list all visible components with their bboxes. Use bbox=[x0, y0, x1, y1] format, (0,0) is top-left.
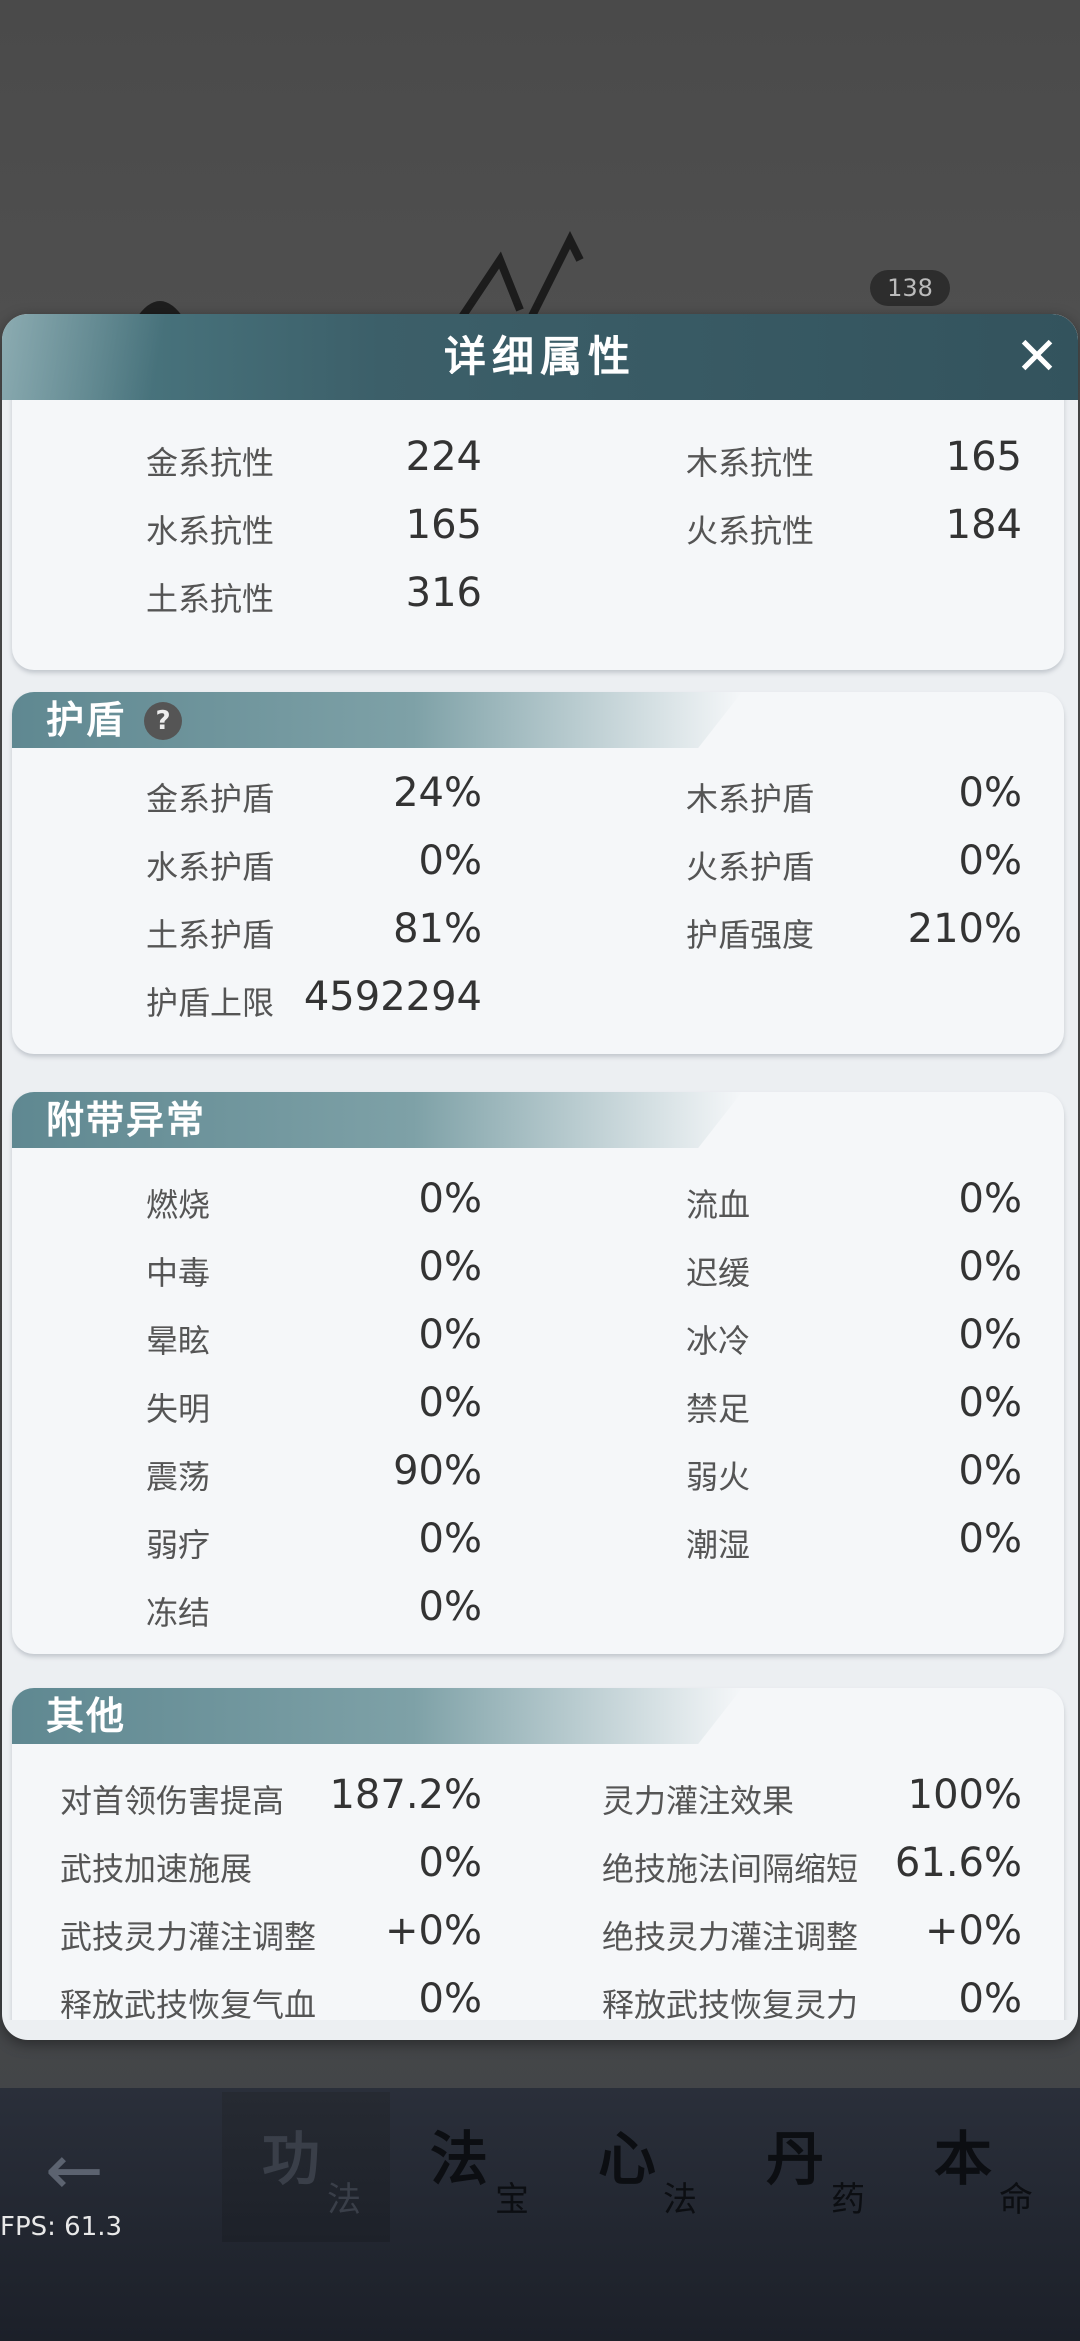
stat-value: 81% bbox=[393, 906, 482, 952]
stat-value: 100% bbox=[907, 1772, 1022, 1818]
stat-value: 210% bbox=[907, 906, 1022, 952]
stat-label: 木系抗性 bbox=[686, 444, 815, 482]
stat-value: 0% bbox=[418, 1380, 482, 1426]
stat-label: 护盾上限 bbox=[146, 984, 275, 1022]
tab-danyao-big: 丹 bbox=[766, 2125, 825, 2193]
tab-danyao[interactable]: 丹 药 bbox=[726, 2092, 894, 2242]
stat-label: 释放武技恢复灵力 bbox=[602, 1986, 859, 2020]
stat-value: 0% bbox=[418, 1176, 482, 1222]
help-icon[interactable]: ? bbox=[144, 702, 182, 740]
stat-label: 中毒 bbox=[146, 1254, 211, 1292]
stat-value: 0% bbox=[418, 1840, 482, 1886]
stat-label: 火系抗性 bbox=[686, 512, 815, 550]
stat-value: 0% bbox=[418, 1976, 482, 2020]
stat-label: 绝技施法间隔缩短 bbox=[602, 1850, 859, 1888]
stat-label: 禁足 bbox=[686, 1390, 751, 1428]
tab-benming[interactable]: 本 命 bbox=[894, 2092, 1062, 2242]
tab-xinfa[interactable]: 心 法 bbox=[558, 2092, 726, 2242]
tab-gongfa[interactable]: 功 法 bbox=[222, 2092, 390, 2242]
abnormal-section-title: 附带异常 bbox=[46, 1098, 207, 1142]
stat-label: 震荡 bbox=[146, 1458, 211, 1496]
tab-fabao-small: 宝 bbox=[495, 2180, 529, 2220]
stat-label: 护盾强度 bbox=[686, 916, 815, 954]
stat-label: 晕眩 bbox=[146, 1322, 211, 1360]
stat-value: 184 bbox=[945, 502, 1022, 548]
stat-label: 土系抗性 bbox=[146, 580, 275, 618]
stat-value: 0% bbox=[958, 1312, 1022, 1358]
stat-label: 失明 bbox=[146, 1390, 211, 1428]
close-icon[interactable]: ✕ bbox=[1012, 331, 1062, 383]
stat-label: 灵力灌注效果 bbox=[602, 1782, 795, 1820]
stat-label: 弱火 bbox=[686, 1458, 751, 1496]
tab-xinfa-small: 法 bbox=[663, 2180, 697, 2220]
stat-label: 流血 bbox=[686, 1186, 751, 1224]
shield-section-title: 护盾 bbox=[46, 698, 127, 742]
tab-benming-big: 本 bbox=[934, 2125, 993, 2193]
stat-label: 土系护盾 bbox=[146, 916, 275, 954]
stat-value: 165 bbox=[945, 434, 1022, 480]
back-arrow-icon[interactable]: ← bbox=[45, 2135, 135, 2205]
stat-value: 0% bbox=[418, 1312, 482, 1358]
stat-label: 冻结 bbox=[146, 1594, 211, 1632]
fps-counter: FPS: 61.3 bbox=[0, 2212, 123, 2242]
tab-fabao[interactable]: 法 宝 bbox=[390, 2092, 558, 2242]
stat-value: 61.6% bbox=[894, 1840, 1022, 1886]
stat-value: 0% bbox=[958, 1516, 1022, 1562]
stat-label: 潮湿 bbox=[686, 1526, 751, 1564]
tab-gongfa-big: 功 bbox=[262, 2125, 321, 2193]
other-section-title: 其他 bbox=[46, 1694, 127, 1738]
stat-label: 对首领伤害提高 bbox=[60, 1782, 285, 1820]
stat-value: 0% bbox=[958, 1176, 1022, 1222]
stat-value: 0% bbox=[958, 1244, 1022, 1290]
stat-label: 绝技灵力灌注调整 bbox=[602, 1918, 859, 1956]
stat-label: 迟缓 bbox=[686, 1254, 751, 1292]
stat-value: 165 bbox=[405, 502, 482, 548]
stat-value: 224 bbox=[405, 434, 482, 480]
stat-label: 武技灵力灌注调整 bbox=[60, 1918, 317, 1956]
stat-value: 0% bbox=[418, 838, 482, 884]
detail-attributes-modal: 详细属性 ✕ 金系抗性 224 木系抗性 165 水系抗性 165 火系抗性 1… bbox=[2, 314, 1078, 2040]
stat-value: 90% bbox=[393, 1448, 482, 1494]
stat-label: 释放武技恢复气血 bbox=[60, 1986, 317, 2020]
stat-value: +0% bbox=[385, 1908, 482, 1954]
tab-fabao-big: 法 bbox=[430, 2125, 489, 2193]
stat-label: 冰冷 bbox=[686, 1322, 751, 1360]
stat-value: 0% bbox=[958, 838, 1022, 884]
stat-value: 0% bbox=[418, 1584, 482, 1630]
tab-benming-small: 命 bbox=[999, 2180, 1033, 2220]
shield-card: 护盾 ? 金系护盾 24% 木系护盾 0% 水系护盾 0% 火系护盾 0% 土系… bbox=[12, 692, 1064, 1054]
stat-value: 4592294 bbox=[303, 974, 482, 1020]
stat-value: 0% bbox=[418, 1516, 482, 1562]
stat-label: 金系护盾 bbox=[146, 780, 275, 818]
level-badge: 138 bbox=[870, 270, 950, 306]
tab-gongfa-small: 法 bbox=[327, 2180, 361, 2220]
stat-label: 弱疗 bbox=[146, 1526, 211, 1564]
stat-value: 0% bbox=[958, 1448, 1022, 1494]
modal-title: 详细属性 bbox=[443, 332, 636, 381]
stat-label: 水系护盾 bbox=[146, 848, 275, 886]
stat-value: 0% bbox=[958, 770, 1022, 816]
stat-value: 0% bbox=[958, 1976, 1022, 2020]
stat-label: 木系护盾 bbox=[686, 780, 815, 818]
stat-value: 316 bbox=[405, 570, 482, 616]
tab-xinfa-big: 心 bbox=[598, 2125, 657, 2193]
stat-label: 燃烧 bbox=[146, 1186, 211, 1224]
abnormal-status-card: 附带异常 燃烧 0% 流血 0% 中毒 0% 迟缓 0% 晕眩 0% 冰冷 0%… bbox=[12, 1092, 1064, 1654]
stat-label: 武技加速施展 bbox=[60, 1850, 253, 1888]
stat-value: 187.2% bbox=[329, 1772, 482, 1818]
stat-value: 24% bbox=[393, 770, 482, 816]
stat-value: 0% bbox=[958, 1380, 1022, 1426]
other-card: 其他 对首领伤害提高 187.2% 灵力灌注效果 100% 武技加速施展 0% … bbox=[12, 1688, 1064, 2020]
modal-header: 详细属性 ✕ bbox=[2, 314, 1078, 400]
resistance-card: 金系抗性 224 木系抗性 165 水系抗性 165 火系抗性 184 土系抗性… bbox=[12, 400, 1064, 670]
stat-label: 金系抗性 bbox=[146, 444, 275, 482]
tab-danyao-small: 药 bbox=[831, 2180, 865, 2220]
attributes-scroll-area[interactable]: 金系抗性 224 木系抗性 165 水系抗性 165 火系抗性 184 土系抗性… bbox=[2, 400, 1078, 2020]
stat-value: +0% bbox=[925, 1908, 1022, 1954]
stat-label: 水系抗性 bbox=[146, 512, 275, 550]
stat-value: 0% bbox=[418, 1244, 482, 1290]
stat-label: 火系护盾 bbox=[686, 848, 815, 886]
